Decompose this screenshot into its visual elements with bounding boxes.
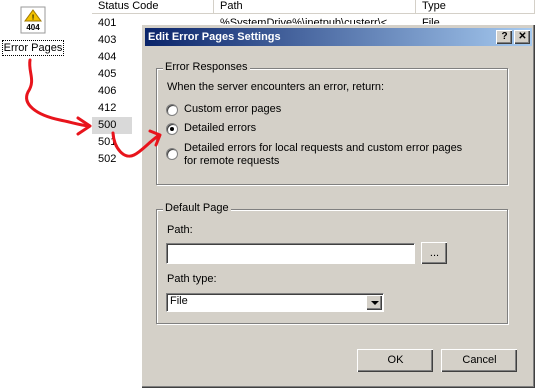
browse-button[interactable]: ... (421, 242, 447, 264)
status-code-cell[interactable]: 405 (92, 66, 132, 83)
help-button[interactable]: ? (496, 30, 512, 44)
column-header-type[interactable]: Type (416, 0, 535, 14)
status-code-cell-selected[interactable]: 500 (92, 117, 132, 134)
detailed-local-custom-remote-label-line2[interactable]: for remote requests (184, 155, 279, 167)
error-responses-legend: Error Responses (163, 61, 250, 73)
status-code-cell[interactable]: 404 (92, 49, 132, 66)
first-row-path: %SystemDrive%\inetpub\custerr\< (220, 17, 388, 24)
detailed-errors-radio[interactable] (166, 123, 178, 135)
path-label: Path: (167, 224, 193, 236)
annotation-arrowhead-500 (76, 116, 92, 136)
status-code-cell[interactable]: 401 (92, 15, 132, 32)
custom-error-pages-label[interactable]: Custom error pages (184, 103, 281, 115)
chevron-down-icon[interactable] (366, 295, 382, 310)
cancel-button[interactable]: Cancel (441, 349, 517, 372)
path-type-value: File (170, 295, 188, 307)
svg-text:!: ! (32, 15, 34, 22)
annotation-arrow-to-500 (25, 58, 90, 128)
status-code-cell[interactable]: 501 (92, 134, 132, 151)
ok-button[interactable]: OK (357, 349, 433, 372)
path-type-select[interactable]: File (166, 293, 384, 312)
status-code-cell[interactable]: 403 (92, 32, 132, 49)
status-code-cell[interactable]: 502 (92, 151, 132, 168)
path-type-label: Path type: (167, 273, 217, 285)
column-header-status-code[interactable]: Status Code (92, 0, 214, 14)
custom-error-pages-radio[interactable] (166, 104, 178, 116)
error-pages-label[interactable]: Error Pages (2, 40, 64, 56)
edit-error-pages-dialog: Edit Error Pages Settings ? ✕ Error Resp… (141, 24, 535, 388)
detailed-errors-label[interactable]: Detailed errors (184, 122, 256, 134)
detailed-local-custom-remote-label[interactable]: Detailed errors for local requests and c… (184, 142, 462, 154)
status-code-cell[interactable]: 406 (92, 83, 132, 100)
path-input[interactable] (166, 243, 415, 264)
detailed-local-custom-remote-radio[interactable] (166, 148, 178, 160)
dialog-title: Edit Error Pages Settings (148, 31, 281, 43)
error-pages-icon[interactable]: ! 404 (20, 6, 46, 34)
default-page-legend: Default Page (163, 202, 231, 214)
dialog-titlebar[interactable]: Edit Error Pages Settings ? ✕ (145, 28, 532, 46)
error-responses-prompt: When the server encounters an error, ret… (167, 81, 385, 93)
first-row-type: File (422, 17, 440, 24)
close-button[interactable]: ✕ (514, 30, 530, 44)
icon-badge-text: 404 (26, 23, 40, 32)
column-header-path[interactable]: Path (214, 0, 416, 14)
status-code-cell[interactable]: 412 (92, 100, 132, 117)
